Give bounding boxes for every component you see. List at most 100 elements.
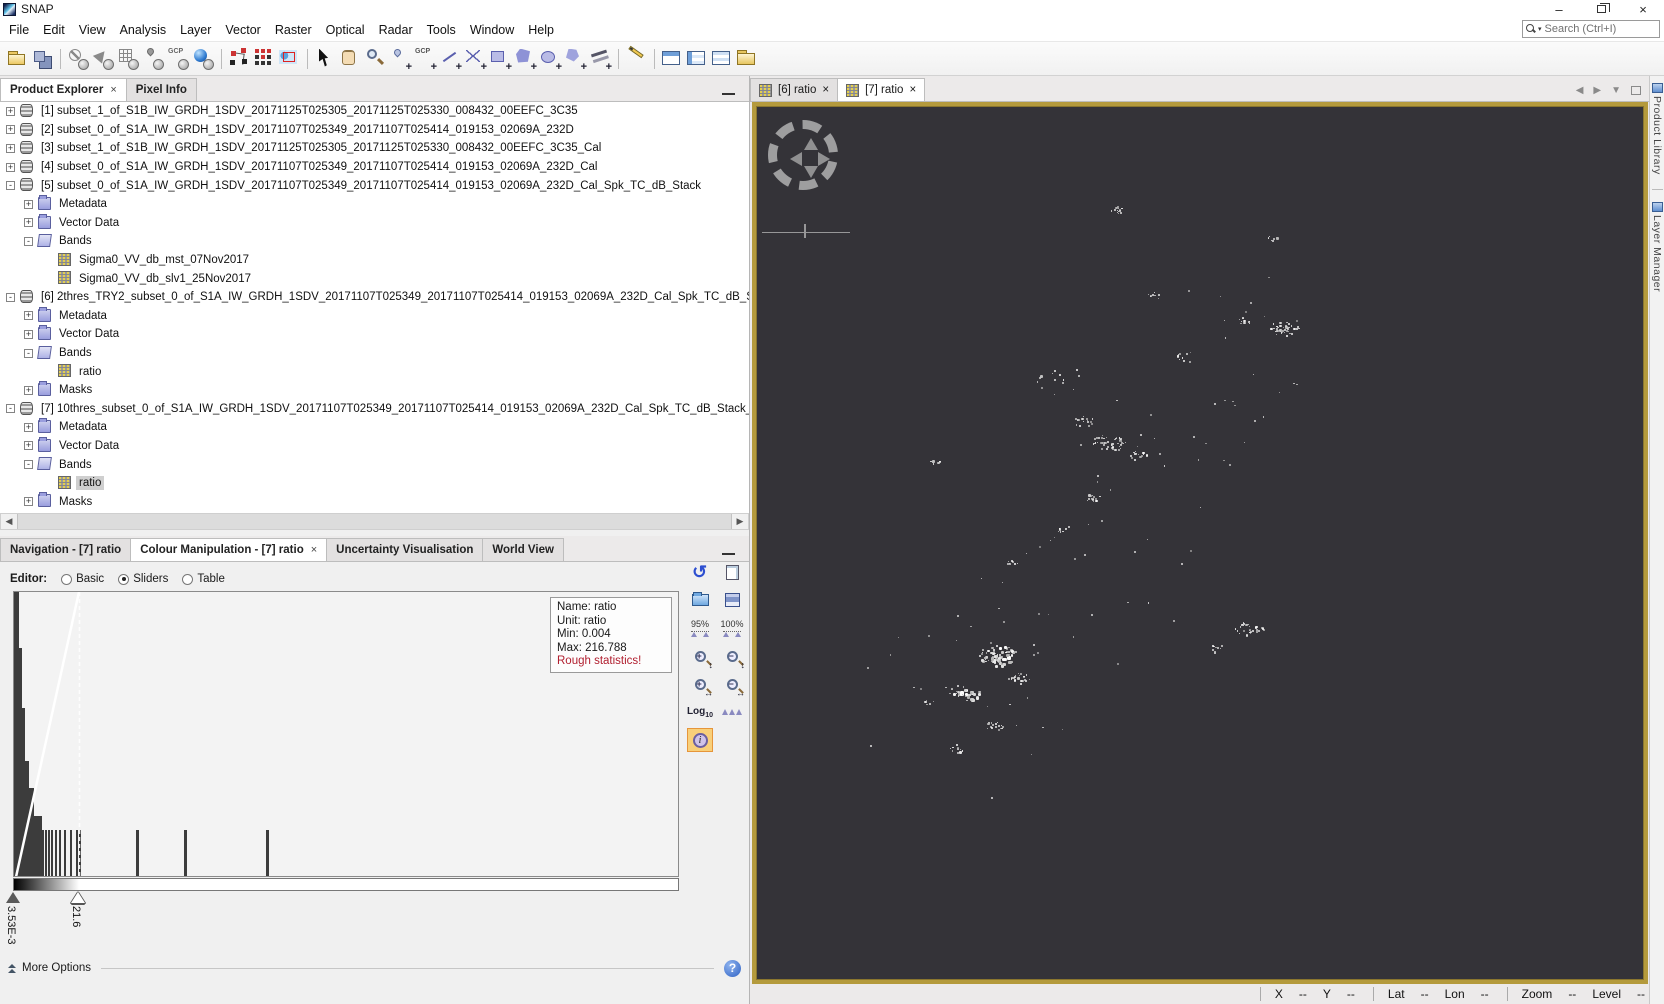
close-tab-icon[interactable]: × (110, 84, 116, 96)
scroll-tabs-right-icon[interactable]: ▶ (1593, 85, 1601, 96)
tree-label[interactable]: Sigma0_VV_db_mst_07Nov2017 (76, 253, 252, 267)
collapse-icon[interactable]: - (6, 181, 15, 191)
tree-row[interactable]: + Vector Data (0, 325, 749, 344)
tree-label[interactable]: Vector Data (56, 439, 122, 453)
tree-label[interactable]: ratio (76, 365, 104, 379)
view-tab--7-ratio[interactable]: [7] ratio × (837, 78, 926, 101)
tab-list-dropdown-icon[interactable]: ▼ (1611, 85, 1621, 96)
bottom-tab-colour-manipulation-7-ratio[interactable]: Colour Manipulation - [7] ratio × (130, 538, 328, 561)
grid-view-icon[interactable] (710, 46, 735, 72)
menu-radar[interactable]: Radar (372, 21, 420, 39)
menu-edit[interactable]: Edit (36, 21, 72, 39)
collapse-icon[interactable]: - (6, 404, 15, 414)
ramp-slider[interactable] (71, 892, 85, 903)
polygon-tool-icon[interactable] (513, 46, 538, 73)
menu-tools[interactable]: Tools (420, 21, 463, 39)
tree-label[interactable]: [4] subset_0_of_S1A_IW_GRDH_1SDV_2017110… (38, 160, 600, 174)
help-icon[interactable]: ? (724, 959, 741, 977)
colour-ramp[interactable] (13, 878, 679, 891)
expand-icon[interactable]: + (6, 162, 15, 172)
tree-label[interactable]: Metadata (56, 197, 110, 211)
tree-label[interactable]: [6] 2thres_TRY2_subset_0_of_S1A_IW_GRDH_… (38, 290, 749, 304)
tree-row[interactable]: + Masks (0, 380, 749, 400)
menu-window[interactable]: Window (463, 21, 521, 39)
dock-item-layer-manager[interactable]: Layer Manager (1651, 198, 1663, 292)
graph-builder-icon[interactable] (227, 46, 252, 72)
histogram-plot[interactable]: Name: ratio Unit: ratio Min: 0.004 Max: 216… (13, 591, 679, 877)
explorer-tab-pixel-info[interactable]: Pixel Info (125, 78, 197, 101)
polyline-tool-icon[interactable] (463, 46, 488, 73)
tree-label[interactable]: [3] subset_1_of_S1B_IW_GRDH_1SDV_2017112… (38, 141, 604, 155)
tree-label[interactable]: Metadata (56, 420, 110, 434)
tree-label[interactable]: [5] subset_0_of_S1A_IW_GRDH_1SDV_2017110… (38, 179, 704, 193)
zoom-horizontal-out-button[interactable]: − ↔ (719, 672, 745, 698)
tree-label[interactable]: [2] subset_0_of_S1A_IW_GRDH_1SDV_2017110… (38, 123, 577, 137)
editor-radio-sliders[interactable]: Sliders (118, 573, 168, 585)
radio-icon[interactable] (118, 573, 130, 585)
tree-label[interactable]: Bands (56, 234, 95, 248)
editor-radio-basic[interactable]: Basic (61, 573, 104, 585)
log-display-button[interactable]: Log10 (687, 700, 713, 724)
tree-label[interactable]: ratio (76, 476, 105, 491)
scroll-tabs-left-icon[interactable]: ◀ (1576, 85, 1584, 96)
menu-view[interactable]: View (72, 21, 113, 39)
tree-label[interactable]: Masks (56, 383, 95, 397)
line-tool-icon[interactable] (438, 46, 463, 73)
menu-vector[interactable]: Vector (218, 21, 267, 39)
tree-label[interactable]: Vector Data (56, 327, 122, 341)
explorer-tab-product-explorer[interactable]: Product Explorer × (0, 78, 127, 101)
no-data-overlay-icon[interactable] (66, 46, 91, 72)
scroll-right-icon[interactable]: ▶ (732, 514, 748, 529)
tree-row[interactable]: ratio (0, 474, 749, 493)
scrollbar-thumb[interactable] (17, 514, 732, 529)
menu-optical[interactable]: Optical (319, 21, 372, 39)
tree-row[interactable]: + Vector Data (0, 213, 749, 233)
tree-row[interactable]: + Vector Data (0, 436, 749, 456)
compass-right-icon[interactable] (818, 152, 830, 166)
tree-row[interactable]: + Metadata (0, 194, 749, 214)
rectangle-tool-icon[interactable] (488, 46, 513, 73)
expand-icon[interactable]: + (6, 125, 15, 135)
zoom-vertical-in-button[interactable]: + ↕ (687, 644, 713, 670)
tree-row[interactable]: ratio (0, 362, 749, 381)
export-palette-button[interactable] (719, 560, 745, 584)
compass-up-icon[interactable] (804, 138, 818, 150)
expand-icon[interactable]: + (24, 199, 33, 209)
range-95-button[interactable]: 95% (687, 616, 713, 640)
tree-row[interactable]: - [6] 2thres_TRY2_subset_0_of_S1A_IW_GRDH… (0, 288, 749, 307)
zoom-vertical-out-button[interactable]: − ↕ (719, 644, 745, 670)
menu-help[interactable]: Help (521, 21, 561, 39)
extra-information-button[interactable]: i (687, 728, 713, 752)
reset-button[interactable]: ↻ (687, 560, 713, 584)
expand-icon[interactable]: + (6, 143, 15, 153)
collapse-icon[interactable]: - (24, 460, 33, 470)
tree-label[interactable]: Metadata (56, 309, 110, 323)
restore-button[interactable] (1580, 0, 1622, 18)
save-product-icon[interactable] (30, 46, 55, 72)
batch-processing-icon[interactable] (252, 46, 277, 72)
minimize-panel-icon[interactable] (722, 93, 735, 95)
tree-label[interactable]: [7] 10thres_subset_0_of_S1A_IW_GRDH_1SDV… (38, 402, 749, 416)
tree-row[interactable]: - [5] subset_0_of_S1A_IW_GRDH_1SDV_201711… (0, 176, 749, 195)
bottom-tab-navigation-7-ratio[interactable]: Navigation - [7] ratio (0, 538, 132, 561)
pan-tool-icon[interactable] (338, 46, 363, 72)
search-dropdown-icon[interactable]: ▾ (1538, 25, 1542, 33)
close-tab-icon[interactable]: × (909, 84, 916, 96)
close-tab-icon[interactable]: × (822, 84, 829, 96)
expand-icon[interactable]: + (24, 329, 33, 339)
tree-row[interactable]: + [3] subset_1_of_S1B_IW_GRDH_1SDV_201711… (0, 139, 749, 158)
close-tab-icon[interactable]: × (311, 544, 317, 556)
open-product-icon[interactable] (5, 46, 30, 72)
expand-icon[interactable]: + (24, 311, 33, 321)
import-palette-button[interactable] (687, 588, 713, 612)
tie-point-grid-icon[interactable] (116, 46, 141, 72)
tree-label[interactable]: Masks (56, 495, 95, 509)
collapse-icon[interactable]: - (24, 236, 33, 246)
expand-icon[interactable]: + (6, 106, 15, 116)
image-viewport[interactable] (752, 102, 1648, 984)
magic-wand-tool-icon[interactable] (563, 46, 588, 73)
navigation-compass-overlay[interactable] (760, 114, 860, 244)
collapse-chevrons-icon[interactable] (8, 963, 16, 973)
minimize-panel-icon[interactable] (722, 553, 735, 555)
bottom-tab-world-view[interactable]: World View (482, 538, 564, 561)
